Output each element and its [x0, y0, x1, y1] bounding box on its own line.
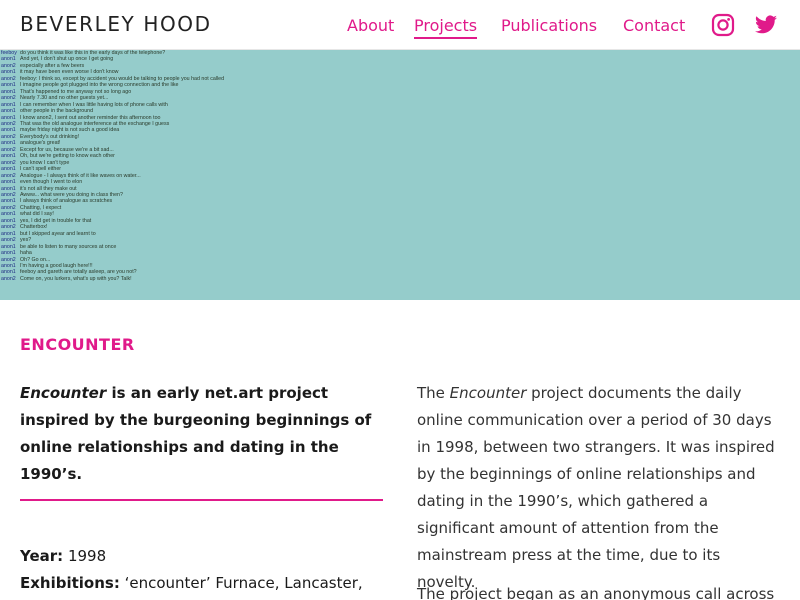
chat-message: I can't spell either — [20, 166, 62, 173]
chat-message: Analogue - I always think of it like wav… — [20, 172, 141, 179]
chat-message: other people in the background — [20, 108, 94, 115]
chat-message: That's happened to me anyway not so long… — [20, 88, 132, 95]
chat-message: And yet, I don't shut up once I get goin… — [20, 56, 114, 63]
twitter-icon[interactable] — [754, 13, 778, 37]
chat-message: Chatting, I expect — [20, 204, 62, 211]
chat-message: especially after a few beers — [20, 62, 85, 69]
chat-message: do you think it was like this in the ear… — [20, 50, 166, 56]
chat-message: I always think of analogue as scratches — [20, 198, 113, 205]
chat-message: Nearly 7.30 and no other guests yet... — [20, 95, 109, 102]
chat-line: anon2 Come on, you lurkers, what's up wit… — [1, 276, 224, 282]
lead-em: Encounter — [20, 384, 107, 402]
divider — [20, 499, 383, 501]
chat-message: analogue's great! — [20, 140, 61, 147]
chat-username: anon2 — [1, 275, 16, 282]
chat-message: Oh, but we're getting to know each other — [20, 153, 115, 160]
chat-message: I'm having a good laugh here!!! — [20, 262, 93, 269]
chat-message: maybe friday night is not such a good id… — [20, 127, 120, 134]
project-lead: Encounter is an early net.art project in… — [20, 380, 380, 488]
chat-message: feeboy: I think so, except by accident y… — [20, 75, 225, 82]
chat-message: Everybody's out drinking! — [20, 133, 80, 140]
site-brand[interactable]: BEVERLEY HOOD — [20, 12, 212, 36]
chat-message: Oh? Go on... — [20, 256, 51, 263]
chat-message: you know I can't type — [20, 159, 70, 166]
instagram-icon[interactable] — [711, 13, 735, 37]
chat-message: be able to listen to many sources at onc… — [20, 243, 117, 250]
nav-publications[interactable]: Publications — [501, 16, 597, 35]
chat-message: it may have been even worse I don't know — [20, 69, 119, 76]
project-description: The Encounter project documents the dail… — [417, 380, 783, 596]
year-label: Year: — [20, 547, 64, 565]
chat-message: I can remember when I was little having … — [20, 101, 168, 108]
year-value: 1998 — [63, 547, 107, 565]
chat-message: I know anon2, I sent out another reminde… — [20, 114, 161, 121]
nav-projects[interactable]: Projects — [414, 16, 478, 39]
chat-message: Except for us, because we're a bit sad..… — [20, 146, 114, 153]
body-em: Encounter — [449, 384, 527, 402]
exhibitions-label: Exhibitions: — [20, 574, 120, 592]
site-header: BEVERLEY HOOD About Projects Publication… — [0, 0, 800, 50]
chat-message: what did I say! — [20, 211, 54, 218]
chat-log: feeboy do you think it was like this in t… — [1, 50, 224, 282]
nav-contact[interactable]: Contact — [623, 16, 685, 35]
body-pre: The — [417, 384, 450, 402]
chat-message: Awww... what were you doing in class the… — [20, 191, 123, 198]
body-post: project documents the daily online commu… — [417, 384, 775, 591]
project-paragraph-2: The project began as an anonymous call a… — [417, 585, 775, 600]
chat-message: even though I went to elon — [20, 179, 83, 186]
chat-message: feeboy and gareth are totally asleep, ar… — [20, 269, 137, 276]
chat-message: it's not all they make out — [20, 185, 77, 192]
meta-exhibitions: Exhibitions: ‘encounter’ Furnace, Lancas… — [20, 574, 363, 592]
chat-message: Come on, you lurkers, what's up with you… — [20, 275, 132, 282]
hero-chat-image: feeboy do you think it was like this in t… — [0, 50, 800, 300]
chat-message: but I skipped ayear and learnt to — [20, 230, 96, 237]
nav-about[interactable]: About — [347, 16, 394, 35]
exhibitions-value: ‘encounter’ Furnace, Lancaster, — [119, 574, 363, 592]
chat-message: That was the old analogue interference a… — [20, 120, 170, 127]
chat-message: yes? — [20, 237, 32, 244]
chat-message: I imagine people got plugged into the wr… — [20, 82, 179, 89]
project-title: ENCOUNTER — [20, 335, 135, 354]
chat-message: haha — [20, 250, 32, 257]
chat-message: yes, I did get in trouble for that — [20, 217, 92, 224]
chat-message: Chatterbox! — [20, 224, 48, 231]
meta-year: Year: 1998 — [20, 547, 106, 565]
